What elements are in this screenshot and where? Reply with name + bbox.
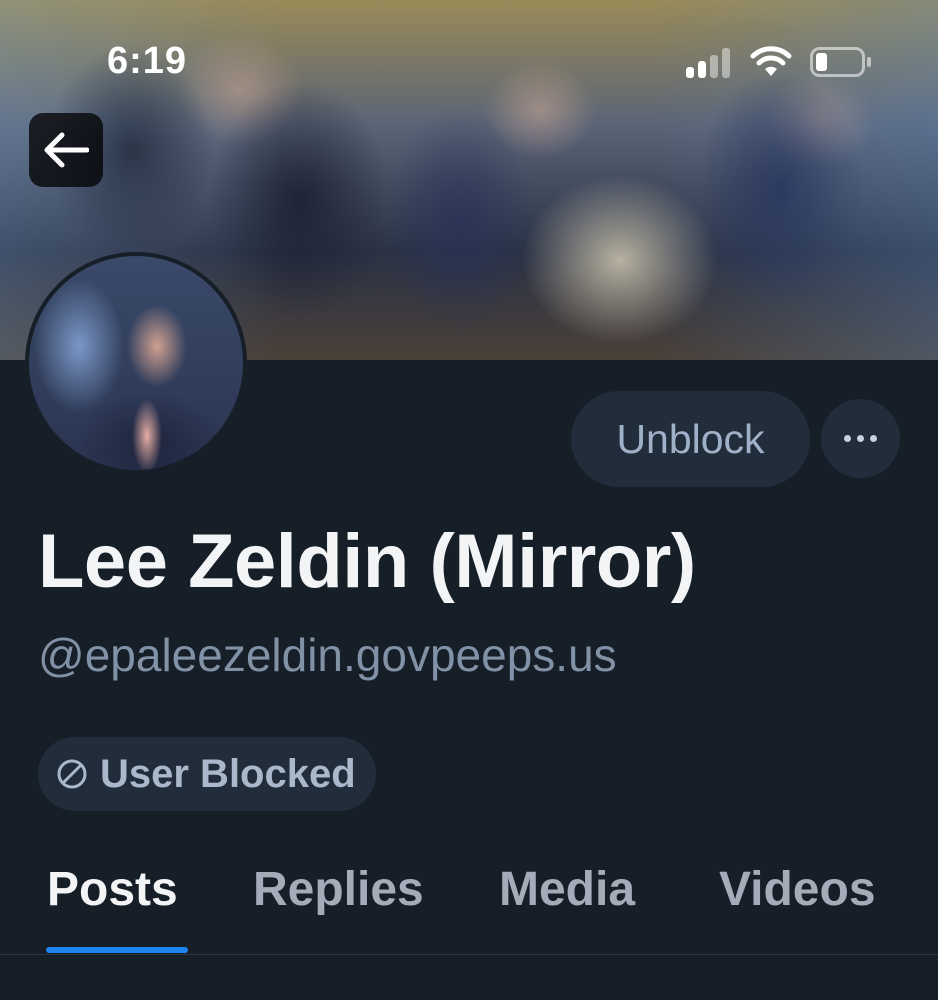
unblock-button[interactable]: Unblock bbox=[571, 391, 810, 487]
status-time: 6:19 bbox=[107, 40, 188, 82]
arrow-left-icon bbox=[44, 132, 89, 168]
cellular-signal-icon bbox=[686, 48, 734, 78]
tab-videos[interactable]: Videos bbox=[719, 862, 876, 917]
tab-media[interactable]: Media bbox=[499, 862, 635, 917]
tab-posts[interactable]: Posts bbox=[47, 862, 178, 917]
profile-avatar[interactable] bbox=[25, 252, 247, 474]
tab-replies[interactable]: Replies bbox=[253, 862, 424, 917]
back-button[interactable] bbox=[29, 113, 103, 187]
battery-icon bbox=[810, 47, 871, 77]
blocked-badge-label: User Blocked bbox=[100, 751, 356, 796]
profile-tabs: Posts Replies Media Videos bbox=[0, 850, 938, 955]
ellipsis-icon bbox=[841, 435, 880, 442]
wifi-icon bbox=[750, 46, 792, 76]
user-blocked-badge: User Blocked bbox=[38, 737, 376, 811]
active-tab-indicator bbox=[46, 947, 188, 953]
more-options-button[interactable] bbox=[821, 399, 900, 478]
blocked-icon bbox=[57, 759, 87, 789]
status-bar: 6:19 bbox=[0, 0, 938, 120]
profile-handle: @epaleezeldin.govpeeps.us bbox=[38, 629, 617, 681]
profile-display-name: Lee Zeldin (Mirror) bbox=[38, 519, 696, 604]
